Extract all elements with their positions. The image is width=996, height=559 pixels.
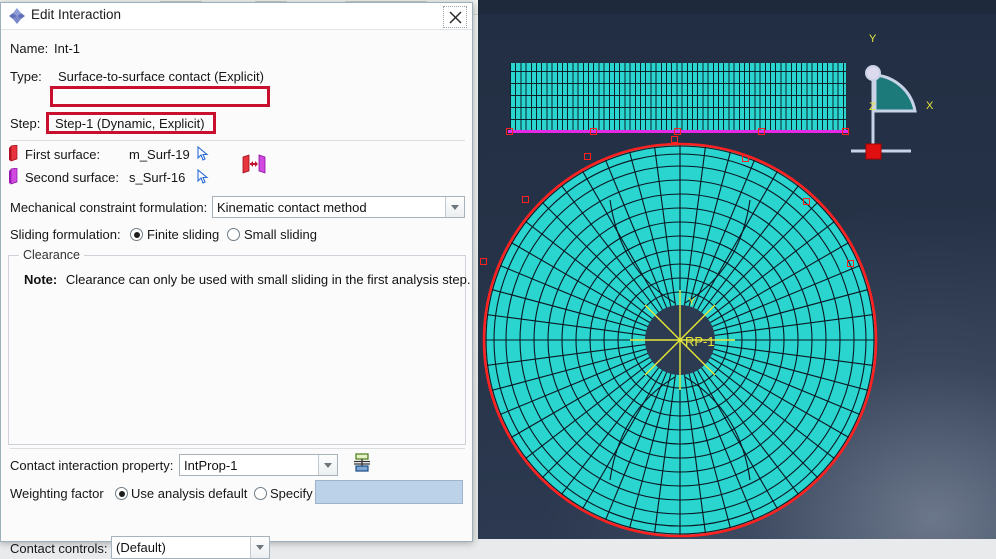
second-surface-value: s_Surf-16 bbox=[129, 170, 186, 185]
create-interaction-property-icon[interactable] bbox=[353, 453, 371, 473]
clearance-note-bold: Note: bbox=[24, 272, 58, 287]
first-surface-icon bbox=[9, 145, 18, 162]
viewport-top-strip bbox=[478, 0, 996, 14]
rp-y-axis-label: Y bbox=[688, 296, 696, 308]
surface-node-marker bbox=[506, 128, 513, 135]
chevron-down-icon[interactable] bbox=[445, 197, 464, 217]
swap-surfaces-icon[interactable] bbox=[241, 154, 267, 176]
name-label: Name: bbox=[10, 41, 49, 56]
type-annotation-highlight bbox=[50, 86, 270, 107]
first-surface-label: First surface: bbox=[25, 147, 101, 162]
chevron-down-icon[interactable] bbox=[318, 455, 337, 475]
weighting-factor-label: Weighting factor bbox=[10, 486, 104, 501]
type-label: Type: bbox=[10, 69, 42, 84]
weighting-factor-input[interactable] bbox=[315, 480, 463, 504]
triad-y-label: Y bbox=[869, 33, 877, 45]
dialog-title: Edit Interaction bbox=[31, 7, 122, 22]
second-surface-picker-icon[interactable] bbox=[197, 169, 210, 184]
clearance-group: Clearance Note: Clearance can only be us… bbox=[8, 248, 471, 445]
small-sliding-label: Small sliding bbox=[244, 227, 317, 242]
finite-sliding-label: Finite sliding bbox=[147, 227, 220, 242]
second-surface-icon bbox=[9, 168, 18, 185]
radio-small-sliding[interactable] bbox=[227, 228, 240, 241]
surface-node-marker bbox=[584, 153, 591, 160]
plate-mesh-horizontal-grid bbox=[510, 63, 846, 132]
orientation-triad bbox=[851, 65, 917, 160]
sliding-formulation-label: Sliding formulation: bbox=[10, 227, 121, 242]
triad-x-label: X bbox=[926, 100, 934, 112]
surface-node-marker bbox=[742, 155, 749, 162]
surface-node-marker bbox=[522, 196, 529, 203]
surface-node-marker bbox=[758, 128, 765, 135]
first-surface-picker-icon[interactable] bbox=[197, 146, 210, 161]
triad-arc-sector bbox=[873, 73, 917, 113]
contact-controls-value: (Default) bbox=[116, 540, 166, 555]
clearance-group-title: Clearance bbox=[19, 248, 84, 262]
mechanical-constraint-select[interactable]: Kinematic contact method bbox=[212, 196, 465, 218]
radio-specify-weighting[interactable] bbox=[254, 487, 267, 500]
contact-property-select[interactable]: IntProp-1 bbox=[179, 454, 338, 476]
step-value: Step-1 (Dynamic, Explicit) bbox=[55, 116, 205, 131]
close-icon[interactable] bbox=[443, 6, 467, 28]
specify-label: Specify bbox=[270, 486, 313, 501]
radio-finite-sliding[interactable] bbox=[130, 228, 143, 241]
name-value: Int-1 bbox=[54, 41, 81, 56]
step-label: Step: bbox=[10, 116, 41, 131]
surface-node-marker bbox=[803, 198, 810, 205]
clearance-note-text: Clearance can only be used with small sl… bbox=[65, 272, 471, 287]
divider bbox=[10, 140, 465, 141]
abaqus-interaction-icon bbox=[9, 8, 25, 24]
mechanical-constraint-label: Mechanical constraint formulation: bbox=[10, 200, 208, 215]
edit-interaction-dialog[interactable]: Edit Interaction 1CAE Name: Int-1 Type: … bbox=[0, 2, 473, 559]
contact-property-label: Contact interaction property: bbox=[10, 458, 174, 473]
contact-controls-select[interactable]: (Default) bbox=[111, 536, 270, 559]
divider bbox=[10, 448, 465, 449]
plate-mesh bbox=[510, 63, 846, 132]
triad-z-label: Z bbox=[869, 101, 876, 113]
surface-node-marker bbox=[590, 128, 597, 135]
type-value: Surface-to-surface contact (Explicit) bbox=[58, 69, 264, 84]
mechanical-constraint-value: Kinematic contact method bbox=[217, 199, 367, 215]
surface-node-marker bbox=[674, 128, 681, 135]
surface-node-marker bbox=[847, 260, 854, 267]
surface-node-marker bbox=[480, 258, 487, 265]
use-analysis-default-label: Use analysis default bbox=[131, 486, 248, 501]
radio-use-analysis-default[interactable] bbox=[115, 487, 128, 500]
triad-y-node bbox=[865, 65, 881, 81]
model-viewport[interactable]: Y RP-1 Y X Z ABAQUS 仿真在线 www.1CAE.com bbox=[478, 0, 996, 539]
contact-property-value: IntProp-1 bbox=[184, 457, 238, 473]
dialog-body: 1CAE Name: Int-1 Type: Surface-to-surfac… bbox=[1, 30, 472, 559]
contact-controls-label: Contact controls: bbox=[10, 541, 108, 556]
reference-point-label: RP-1 bbox=[685, 334, 715, 349]
dialog-title-bar: Edit Interaction bbox=[1, 3, 472, 30]
chevron-down-icon[interactable] bbox=[250, 537, 269, 558]
second-surface-label: Second surface: bbox=[25, 170, 119, 185]
disc-mesh: Y RP-1 bbox=[482, 142, 878, 538]
triad-origin-node bbox=[865, 143, 882, 160]
clearance-note: Note: Clearance can only be used with sm… bbox=[24, 272, 471, 287]
first-surface-value: m_Surf-19 bbox=[129, 147, 190, 162]
